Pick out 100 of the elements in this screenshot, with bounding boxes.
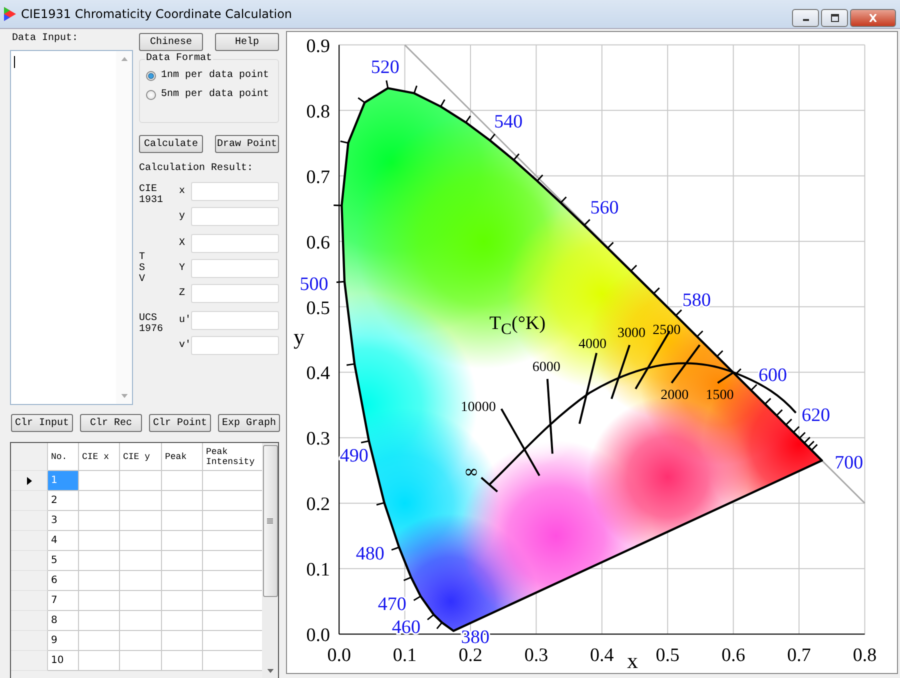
table-cell[interactable]: [162, 511, 203, 531]
scrollbar[interactable]: [262, 443, 278, 678]
radio-option[interactable]: 1nm per data point: [146, 70, 278, 81]
table-cell[interactable]: [79, 611, 120, 631]
column-header[interactable]: Peak Intensity: [203, 443, 262, 471]
table-cell[interactable]: [120, 591, 162, 611]
table-cell[interactable]: [203, 631, 262, 651]
table-cell[interactable]: [162, 611, 203, 631]
table-cell[interactable]: [162, 471, 203, 491]
table-cell[interactable]: [162, 631, 203, 651]
table-cell[interactable]: 7: [48, 591, 79, 611]
table-cell[interactable]: [120, 491, 162, 511]
table-cell[interactable]: [203, 471, 262, 491]
table-cell[interactable]: [203, 531, 262, 551]
table-cell[interactable]: [79, 651, 120, 671]
axis-tick-label: 0.4: [306, 363, 330, 384]
action-button[interactable]: Draw Point: [215, 135, 279, 153]
table-cell[interactable]: [79, 551, 120, 571]
table-cell[interactable]: [120, 471, 162, 491]
result-field[interactable]: [190, 311, 279, 330]
toolbar-button[interactable]: Help: [215, 33, 279, 51]
temperature-label: 2000: [660, 388, 689, 403]
table-cell[interactable]: [120, 531, 162, 551]
app-icon: [3, 6, 17, 22]
action-button[interactable]: Calculate: [139, 135, 203, 153]
table-cell[interactable]: [120, 511, 162, 531]
wavelength-label: 490: [340, 446, 368, 467]
wavelength-label: 520: [370, 56, 400, 78]
column-header[interactable]: CIE x: [79, 443, 120, 471]
table-cell[interactable]: [120, 611, 162, 631]
table-cell[interactable]: [79, 571, 120, 591]
maximize-button[interactable]: [821, 9, 848, 27]
table-cell[interactable]: 2: [48, 491, 79, 511]
radio-button[interactable]: [146, 90, 156, 100]
field-label: Z: [178, 288, 186, 299]
table-cell[interactable]: 9: [48, 631, 79, 651]
axis-tick-label: 0.7: [306, 166, 330, 188]
result-field[interactable]: [190, 284, 279, 303]
table-cell[interactable]: [203, 611, 262, 631]
action-button[interactable]: Clr Rec: [80, 414, 142, 432]
table-cell[interactable]: [162, 651, 203, 671]
table-cell[interactable]: [203, 591, 262, 611]
table-cell[interactable]: [79, 531, 120, 551]
axis-label: y: [294, 324, 305, 350]
table-cell[interactable]: [162, 551, 203, 571]
action-button[interactable]: Clr Point: [149, 414, 211, 432]
result-field[interactable]: [190, 182, 279, 201]
table-cell[interactable]: [162, 571, 203, 591]
table-cell[interactable]: [162, 491, 203, 511]
axis-tick-label: 0.8: [852, 645, 877, 666]
table-cell[interactable]: 5: [48, 551, 79, 571]
data-input-label: Data Input:: [11, 33, 80, 44]
column-header[interactable]: CIE y: [120, 443, 162, 471]
radio-button[interactable]: [146, 70, 156, 80]
table-cell[interactable]: [79, 511, 120, 531]
toolbar-button[interactable]: Chinese: [139, 33, 203, 51]
table-cell[interactable]: [79, 631, 120, 651]
axis-tick-label: 0.5: [656, 645, 680, 666]
close-button[interactable]: [850, 9, 896, 27]
table-cell[interactable]: [79, 591, 120, 611]
data-input-field[interactable]: [10, 50, 133, 405]
action-button[interactable]: Exp Graph: [218, 414, 280, 432]
result-field[interactable]: [190, 234, 279, 253]
scroll-thumb[interactable]: [262, 444, 278, 596]
table-cell[interactable]: 8: [48, 611, 79, 631]
result-field[interactable]: [190, 207, 279, 226]
field-label: y: [178, 211, 186, 222]
table-cell[interactable]: [79, 491, 120, 511]
axis-tick-label: 0.0: [306, 625, 330, 646]
minimize-button[interactable]: [792, 9, 819, 27]
group-label: CIE 1931: [139, 184, 163, 206]
table-cell[interactable]: [203, 551, 262, 571]
action-button[interactable]: Clr Input: [11, 414, 73, 432]
column-header[interactable]: Peak: [162, 443, 203, 471]
table-cell[interactable]: [120, 551, 162, 571]
table-cell[interactable]: [203, 571, 262, 591]
table-cell[interactable]: 6: [48, 571, 79, 591]
table-cell[interactable]: 3: [48, 511, 79, 531]
result-field[interactable]: [190, 259, 279, 278]
table-cell[interactable]: 10: [48, 651, 79, 671]
table-cell[interactable]: [120, 631, 162, 651]
table-cell[interactable]: [203, 491, 262, 511]
table-cell[interactable]: [162, 591, 203, 611]
column-header[interactable]: No.: [48, 443, 79, 471]
temperature-label: ∞: [464, 462, 479, 483]
table-cell[interactable]: [120, 651, 162, 671]
table-cell[interactable]: [79, 471, 120, 491]
wavelength-label: 540: [494, 112, 523, 133]
scrollbar[interactable]: [116, 51, 132, 404]
table-cell[interactable]: 4: [48, 531, 79, 551]
table-cell[interactable]: [162, 531, 203, 551]
window-title: CIE1931 Chromaticity Coordinate Calculation: [21, 7, 294, 21]
table-cell[interactable]: [120, 571, 162, 591]
radio-label: 5nm per data point: [161, 89, 270, 100]
result-field[interactable]: [190, 336, 279, 355]
radio-option[interactable]: 5nm per data point: [146, 89, 278, 100]
wavelength-label: 700: [834, 452, 864, 474]
row-header[interactable]: [11, 471, 48, 491]
table-cell[interactable]: [203, 651, 262, 671]
table-cell[interactable]: [203, 511, 262, 531]
